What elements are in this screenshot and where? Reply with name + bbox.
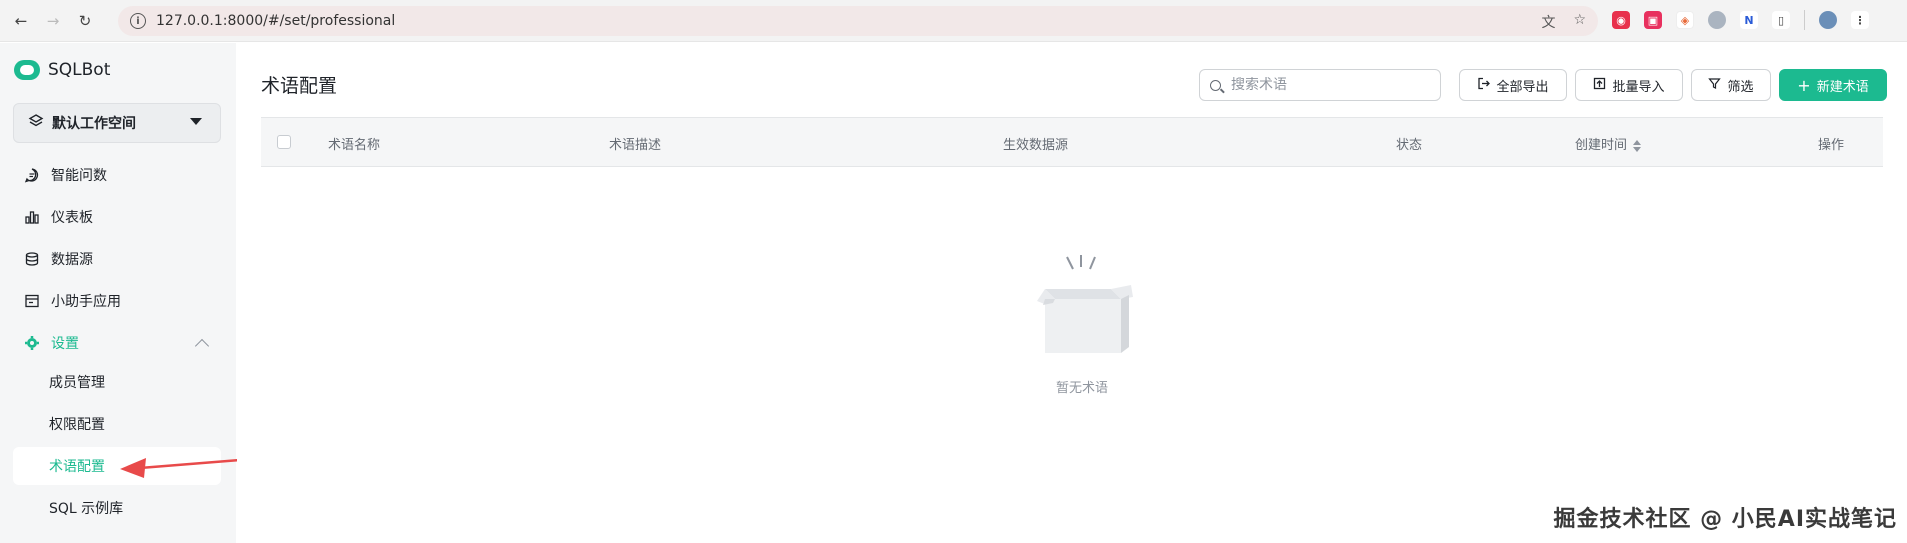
sidebar-item-label: 智能问数 [51, 168, 107, 184]
page-title: 术语配置 [261, 75, 338, 97]
browser-menu-icon[interactable]: ⋮ [1851, 11, 1869, 29]
extension-image-icon[interactable]: ▣ [1644, 11, 1662, 29]
sidebar-item-sql-examples[interactable]: SQL 示例库 [13, 489, 221, 527]
app-logo: SQLBot [14, 60, 110, 80]
main-content: 术语配置 全部导出 批量导入 筛选 + 新建术语 术语名称 术语描述 生效数据源… [237, 43, 1907, 543]
plus-icon: + [1797, 75, 1811, 95]
layers-icon [28, 113, 44, 133]
annotation-arrow [120, 458, 241, 478]
column-header-term-description: 术语描述 [609, 138, 662, 153]
back-icon[interactable]: ← [10, 10, 32, 32]
search-input[interactable] [1231, 77, 1431, 93]
sidebar-item-label: 成员管理 [49, 375, 105, 391]
column-header-created-time-wrapper[interactable]: 创建时间 [1575, 134, 1642, 153]
column-header-created-time: 创建时间 [1575, 138, 1628, 153]
bar-chart-icon [23, 209, 41, 225]
bookmark-star-icon[interactable]: ☆ [1573, 12, 1586, 32]
extension-shield-icon[interactable]: ◉ [1612, 11, 1630, 29]
sidebar-item-datasource[interactable]: 数据源 [13, 241, 221, 277]
column-header-status: 状态 [1396, 138, 1423, 153]
workspace-selector[interactable]: 默认工作空间 [13, 103, 221, 143]
empty-state: 暂无术语 [1017, 255, 1147, 396]
sidebar-item-label: SQL 示例库 [49, 501, 124, 517]
batch-import-button[interactable]: 批量导入 [1575, 69, 1683, 101]
browser-toolbar: ← → ↻ i 127.0.0.1:8000/#/set/professiona… [0, 0, 1907, 42]
empty-box-icon [1037, 255, 1133, 353]
sqlbot-logo-icon [14, 60, 40, 80]
search-box[interactable] [1199, 69, 1441, 101]
extensions-puzzle-icon[interactable]: ▯ [1772, 11, 1790, 29]
sidebar-item-label: 权限配置 [49, 417, 105, 433]
extension-circle-icon[interactable] [1708, 11, 1726, 29]
caret-down-icon [190, 118, 202, 125]
search-icon [1210, 79, 1221, 91]
sidebar-item-label: 仪表板 [51, 210, 93, 226]
app-name: SQLBot [48, 60, 111, 80]
new-term-button[interactable]: + 新建术语 [1779, 69, 1887, 101]
forward-icon[interactable]: → [42, 10, 64, 32]
sort-icon[interactable] [1633, 139, 1642, 152]
export-icon [1477, 77, 1491, 93]
chevron-up-icon [194, 338, 210, 354]
reload-icon[interactable]: ↻ [74, 10, 96, 32]
toolbar-divider [1804, 10, 1805, 30]
filter-button[interactable]: 筛选 [1691, 69, 1771, 101]
column-header-datasource: 生效数据源 [1003, 138, 1069, 153]
filter-label: 筛选 [1727, 79, 1754, 95]
sidebar-item-label: 数据源 [51, 252, 93, 268]
column-header-actions: 操作 [1818, 138, 1845, 153]
gear-icon [23, 335, 41, 351]
sidebar-item-smart-query[interactable]: 智能问数 [13, 157, 221, 193]
extension-n-icon[interactable]: N [1740, 11, 1758, 29]
chat-icon [23, 167, 41, 183]
profile-avatar[interactable] [1819, 11, 1837, 29]
sidebar-item-label: 术语配置 [49, 459, 105, 475]
select-all-checkbox[interactable] [277, 135, 291, 149]
sidebar-item-assistant-app[interactable]: 小助手应用 [13, 283, 221, 319]
table-header: 术语名称 术语描述 生效数据源 状态 创建时间 操作 [261, 117, 1883, 167]
import-icon [1593, 77, 1606, 93]
watermark: 掘金技术社区 @ 小民AI实战笔记 [1553, 507, 1897, 532]
sidebar-item-label: 小助手应用 [51, 294, 121, 310]
database-icon [23, 251, 41, 267]
new-term-label: 新建术语 [1816, 79, 1869, 95]
address-bar[interactable]: i 127.0.0.1:8000/#/set/professional 文 ☆ [118, 6, 1598, 36]
sidebar-group-settings[interactable]: 设置 [13, 325, 221, 361]
export-all-button[interactable]: 全部导出 [1459, 69, 1567, 101]
url-text[interactable]: 127.0.0.1:8000/#/set/professional [156, 13, 395, 29]
export-all-label: 全部导出 [1496, 79, 1549, 95]
empty-text: 暂无术语 [1055, 381, 1108, 396]
filter-icon [1708, 77, 1722, 93]
sidebar-item-member-management[interactable]: 成员管理 [13, 363, 221, 401]
sidebar-item-permission-config[interactable]: 权限配置 [13, 405, 221, 443]
workspace-label: 默认工作空间 [52, 116, 136, 132]
batch-import-label: 批量导入 [1612, 79, 1665, 95]
extension-hat-icon[interactable]: ◈ [1676, 11, 1694, 29]
translate-icon[interactable]: 文 [1541, 12, 1555, 32]
site-info-icon[interactable]: i [130, 13, 146, 29]
sidebar-group-label: 设置 [51, 336, 79, 352]
column-header-term-name: 术语名称 [328, 138, 381, 153]
sidebar-item-dashboard[interactable]: 仪表板 [13, 199, 221, 235]
app-window-icon [23, 293, 41, 309]
